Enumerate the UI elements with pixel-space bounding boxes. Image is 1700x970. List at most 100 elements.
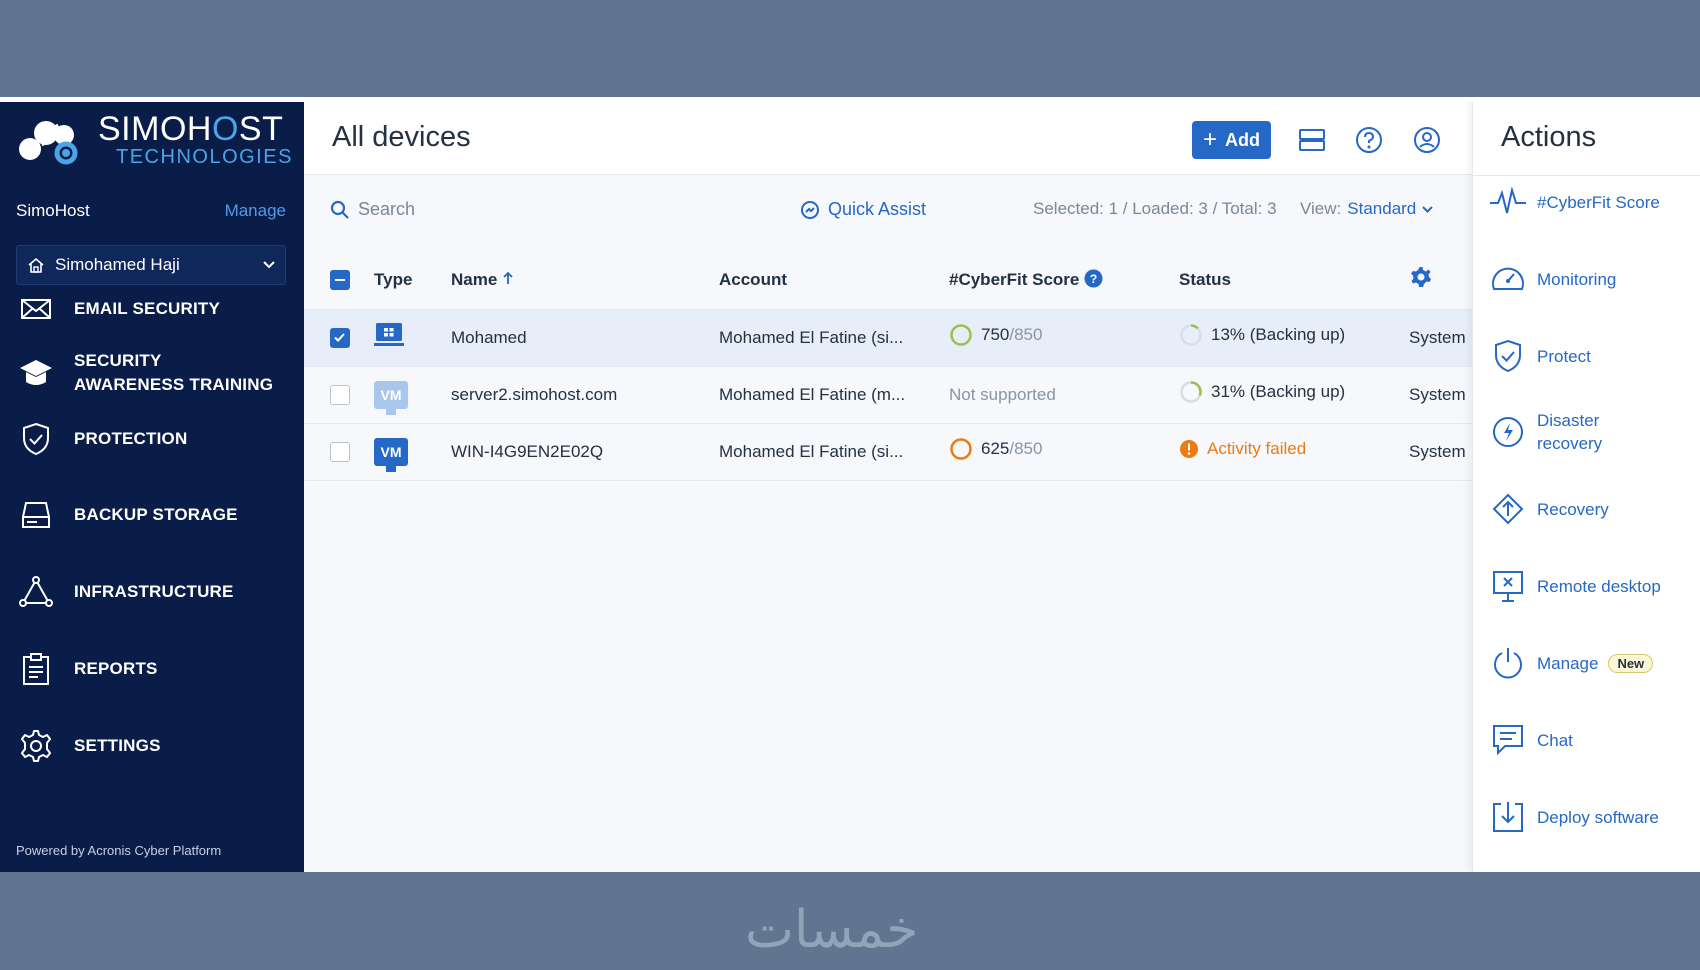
extra-cell: System xyxy=(1409,309,1472,367)
type-cell xyxy=(374,309,451,367)
actions-divider xyxy=(1473,175,1700,176)
row-select-cell xyxy=(304,423,374,481)
type-cell: VM xyxy=(374,366,451,424)
plus-icon: + xyxy=(1202,126,1217,153)
device-account: Mohamed El Fatine (m... xyxy=(719,366,949,424)
brand-logo: SIMOHOST TECHNOLOGIES xyxy=(16,107,291,171)
score-max: /850 xyxy=(1009,439,1043,458)
nav-label: BACKUP STORAGE xyxy=(74,505,238,524)
main-panel: All devices + Add Search Quick Assist Sel… xyxy=(304,97,1472,872)
deploy-download-icon xyxy=(1489,798,1527,836)
action-protect[interactable]: Protect xyxy=(1489,337,1591,375)
score-value: 625 xyxy=(981,439,1010,458)
house-icon xyxy=(28,257,44,273)
add-button[interactable]: + Add xyxy=(1192,121,1271,159)
search-icon xyxy=(330,200,349,219)
tenant-selector[interactable]: Simohamed Haji xyxy=(16,245,286,285)
nav-backup-storage[interactable]: BACKUP STORAGE xyxy=(0,493,304,537)
device-account: Mohamed El Fatine (si... xyxy=(719,423,949,481)
quick-assist-button[interactable]: Quick Assist xyxy=(800,199,926,220)
status-cell: 31% (Backing up) xyxy=(1179,366,1409,424)
device-account: Mohamed El Fatine (si... xyxy=(719,309,949,367)
select-all-cell xyxy=(304,251,374,310)
cyberfit-cell: 750/850 xyxy=(949,309,1179,367)
nav-settings[interactable]: SETTINGS xyxy=(0,724,304,768)
clipboard-report-icon xyxy=(18,651,54,687)
action-label: Monitoring xyxy=(1537,269,1617,289)
hard-drive-icon xyxy=(18,497,54,533)
help-badge-icon[interactable]: ? xyxy=(1084,269,1103,288)
quick-assist-label: Quick Assist xyxy=(828,199,927,219)
nav-infrastructure[interactable]: INFRASTRUCTURE xyxy=(0,570,304,614)
action-label: Remote desktop xyxy=(1537,576,1661,596)
layout-toggle-icon[interactable] xyxy=(1297,125,1327,155)
action-remote-desktop[interactable]: Remote desktop xyxy=(1489,567,1661,605)
nav-reports[interactable]: REPORTS xyxy=(0,647,304,691)
column-settings-gear-icon[interactable] xyxy=(1410,266,1432,288)
device-name[interactable]: Mohamed xyxy=(451,309,719,367)
select-all-checkbox[interactable] xyxy=(330,270,350,290)
vm-icon: VM xyxy=(374,437,408,472)
action-chat[interactable]: Chat xyxy=(1489,721,1573,759)
status-text: 13% (Backing up) xyxy=(1211,325,1346,344)
score-max: /850 xyxy=(1009,325,1043,344)
view-label: View: xyxy=(1300,199,1342,218)
search-input[interactable]: Search xyxy=(330,199,530,220)
row-select-cell xyxy=(304,366,374,424)
sort-asc-icon xyxy=(503,271,513,284)
action-disaster-recovery[interactable]: Disaster recovery xyxy=(1489,409,1637,455)
nav-protection[interactable]: PROTECTION xyxy=(0,417,304,461)
nav-label: REPORTS xyxy=(74,659,158,678)
nav-security-awareness-training[interactable]: SECURITY AWARENESS TRAINING xyxy=(0,340,304,406)
row-checkbox[interactable] xyxy=(330,441,350,462)
col-cyberfit[interactable]: #CyberFit Score ? xyxy=(949,251,1179,310)
svg-text:?: ? xyxy=(1090,272,1097,286)
search-placeholder: Search xyxy=(358,199,416,219)
tenant-row: SimoHost Manage xyxy=(16,200,286,222)
speedometer-icon xyxy=(1489,260,1527,298)
row-checkbox[interactable] xyxy=(330,327,350,348)
col-status[interactable]: Status xyxy=(1179,251,1409,310)
network-triangle-icon xyxy=(18,574,54,610)
col-account[interactable]: Account xyxy=(719,251,949,310)
powered-by: Powered by Acronis Cyber Platform xyxy=(16,843,222,858)
user-account-icon[interactable] xyxy=(1412,125,1442,155)
sidebar: SIMOHOST TECHNOLOGIES SimoHost Manage Si… xyxy=(0,97,304,872)
device-name[interactable]: WIN-I4G9EN2E02Q xyxy=(451,423,719,481)
action-deploy-software[interactable]: Deploy software xyxy=(1489,798,1659,836)
nav-label: PROTECTION xyxy=(74,429,188,448)
status-text: 31% (Backing up) xyxy=(1211,382,1346,401)
action-manage[interactable]: Manage New xyxy=(1489,644,1654,682)
progress-ring-icon xyxy=(1180,324,1202,346)
table-row[interactable]: VM WIN-I4G9EN2E02Q Mohamed El Fatine (si… xyxy=(304,423,1472,481)
action-label: #CyberFit Score xyxy=(1537,192,1660,212)
action-monitoring[interactable]: Monitoring xyxy=(1489,260,1616,298)
table-row[interactable]: Mohamed Mohamed El Fatine (si... 750/850… xyxy=(304,309,1472,367)
view-dropdown[interactable]: Standard xyxy=(1347,199,1433,219)
row-checkbox[interactable] xyxy=(330,384,350,405)
lightning-circle-icon xyxy=(1489,413,1527,451)
col-type[interactable]: Type xyxy=(374,251,451,310)
progress-ring-icon xyxy=(1180,381,1202,403)
col-name[interactable]: Name xyxy=(451,251,719,310)
score-value: 750 xyxy=(981,325,1010,344)
shield-check-icon xyxy=(18,421,54,457)
pulse-icon xyxy=(1489,183,1527,221)
action-cyberfit-score[interactable]: #CyberFit Score xyxy=(1489,183,1660,221)
devices-table: Type Name Account #CyberFit Score ? Stat… xyxy=(304,251,1472,481)
graduation-cap-icon xyxy=(18,355,54,391)
action-recovery[interactable]: Recovery xyxy=(1489,490,1609,528)
help-icon[interactable] xyxy=(1354,125,1384,155)
view-switcher: View: Standard xyxy=(1300,199,1433,219)
tenant-manage-link[interactable]: Manage xyxy=(225,201,286,221)
status-cell: 13% (Backing up) xyxy=(1179,309,1409,367)
add-button-label: Add xyxy=(1225,129,1260,150)
device-name[interactable]: server2.simohost.com xyxy=(451,366,719,424)
status-cell: Activity failed xyxy=(1179,423,1409,481)
power-icon xyxy=(1489,644,1527,682)
selection-counts: Selected: 1 / Loaded: 3 / Total: 3 xyxy=(1033,199,1277,218)
actions-title: Actions xyxy=(1501,121,1597,153)
nav-email-security[interactable]: EMAIL SECURITY xyxy=(0,287,304,331)
score-ring-icon xyxy=(950,324,972,346)
table-row[interactable]: VM server2.simohost.com Mohamed El Fatin… xyxy=(304,366,1472,424)
